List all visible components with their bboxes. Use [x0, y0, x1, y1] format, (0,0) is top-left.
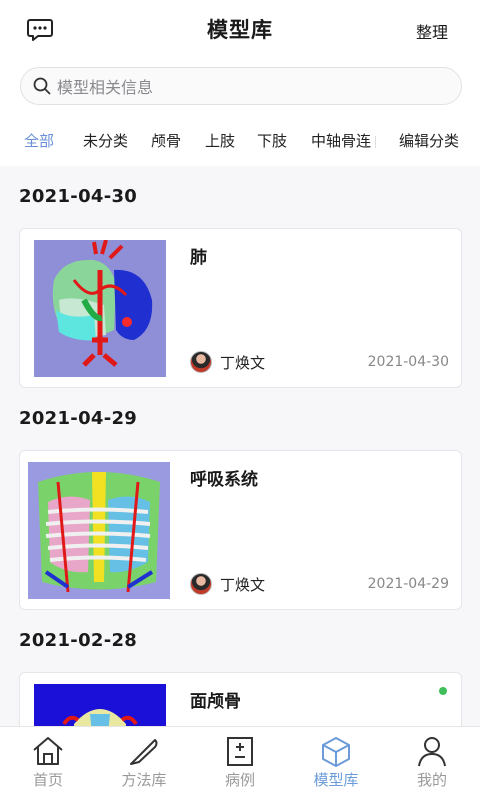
- tabbar-mine[interactable]: 我的: [384, 727, 480, 800]
- tabbar-cases[interactable]: 病例: [192, 727, 288, 800]
- organize-button[interactable]: 整理: [416, 19, 448, 43]
- category-tab-all[interactable]: 全部: [24, 130, 54, 151]
- tabbar-models[interactable]: 模型库: [288, 727, 384, 800]
- search-icon: [33, 77, 51, 95]
- case-file-icon: [227, 737, 253, 766]
- search-placeholder: 模型相关信息: [57, 78, 154, 97]
- model-title: 呼吸系统: [190, 470, 258, 490]
- edit-categories-button[interactable]: 编辑分类: [399, 130, 459, 151]
- author-name: 丁焕文: [220, 353, 266, 372]
- model-card[interactable]: 呼吸系统 丁焕文 2021-04-29: [19, 450, 462, 610]
- category-tab-lower-limb[interactable]: 下肢: [257, 130, 287, 151]
- model-thumbnail: [34, 240, 166, 377]
- home-icon: [33, 737, 63, 765]
- model-date: 2021-04-29: [367, 576, 449, 592]
- model-date: 2021-04-30: [367, 354, 449, 370]
- cube-icon: [322, 737, 350, 767]
- avatar: [190, 573, 212, 595]
- author: 丁焕文: [190, 573, 265, 595]
- category-tab-skull[interactable]: 颅骨: [151, 130, 181, 151]
- avatar: [190, 351, 212, 373]
- model-thumbnail: [28, 462, 170, 599]
- model-title: 肺: [190, 248, 207, 268]
- date-header: 2021-02-28: [19, 630, 138, 651]
- date-header: 2021-04-30: [19, 186, 138, 207]
- user-icon: [418, 737, 446, 767]
- tabbar-label: 模型库: [313, 771, 359, 789]
- tabbar-label: 首页: [32, 771, 63, 789]
- status-dot: [439, 687, 447, 695]
- top-header: 模型库 整理: [0, 0, 480, 60]
- tabbar-label: 我的: [416, 771, 447, 789]
- tabbar-label: 病例: [224, 771, 255, 789]
- search-input[interactable]: 模型相关信息: [20, 67, 462, 105]
- tabbar-label: 方法库: [121, 771, 167, 789]
- category-tab-upper-limb[interactable]: 上肢: [205, 130, 235, 151]
- bottom-tabbar: 首页 方法库 病例 模型库 我的: [0, 726, 480, 800]
- search-bar: 模型相关信息: [0, 60, 480, 114]
- author-name: 丁焕文: [220, 575, 266, 594]
- tabs-divider: [375, 136, 376, 148]
- scalpel-icon: [130, 739, 158, 765]
- category-tab-axial[interactable]: 中轴骨连: [311, 130, 371, 151]
- category-tab-uncategorized[interactable]: 未分类: [83, 130, 128, 151]
- category-tabs: 全部 未分类 颅骨 上肢 下肢 中轴骨连 编辑分类: [0, 114, 480, 166]
- page-title: 模型库: [207, 18, 273, 42]
- author: 丁焕文: [190, 351, 265, 373]
- date-header: 2021-04-29: [19, 408, 138, 429]
- model-card[interactable]: 肺 丁焕文 2021-04-30: [19, 228, 462, 388]
- tabbar-methods[interactable]: 方法库: [96, 727, 192, 800]
- model-title: 面颅骨: [190, 692, 241, 712]
- tabbar-home[interactable]: 首页: [0, 727, 96, 800]
